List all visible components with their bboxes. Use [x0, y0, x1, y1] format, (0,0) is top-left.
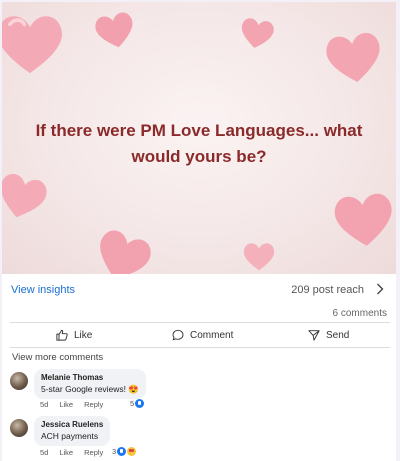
post-image[interactable]: If there were PM Love Languages... what …	[2, 2, 396, 274]
comments-count[interactable]: 6 comments	[333, 308, 387, 319]
like-button[interactable]: Like	[56, 329, 92, 341]
comment-bubble: Jessica Ruelens ACH payments	[34, 416, 111, 446]
avatar[interactable]	[10, 372, 28, 390]
comment-bubble: Melanie Thomas 5-star Google reviews! 😍	[34, 369, 146, 399]
love-face-reaction-icon	[127, 447, 137, 456]
post-reach-count[interactable]: 209 post reach	[291, 284, 364, 296]
send-icon	[308, 330, 320, 341]
reaction-count: 5	[130, 399, 135, 408]
comment-meta: 5d Like Reply	[40, 400, 103, 409]
comment-label: Comment	[190, 329, 234, 341]
comment-text: 5-star Google reviews! 😍	[41, 384, 139, 394]
comment-age: 5d	[40, 448, 49, 457]
comment-author[interactable]: Jessica Ruelens	[41, 419, 103, 430]
heart-decoration-icon	[241, 18, 274, 48]
heart-decoration-icon	[2, 173, 47, 218]
heart-decoration-icon	[243, 243, 275, 271]
avatar[interactable]	[10, 419, 28, 437]
insights-row: View insights 209 post reach	[2, 274, 396, 306]
comment-like-link[interactable]: Like	[59, 400, 73, 409]
chevron-right-icon[interactable]	[376, 283, 384, 295]
comment-button[interactable]: Comment	[172, 329, 233, 341]
comment-reply-link[interactable]: Reply	[84, 448, 103, 457]
comment-meta: 5d Like Reply	[40, 448, 103, 457]
comment-text: ACH payments	[41, 431, 99, 441]
comment-author[interactable]: Melanie Thomas	[41, 372, 139, 383]
view-insights-link[interactable]: View insights	[11, 284, 75, 296]
heart-decoration-icon	[100, 230, 151, 274]
comment-age: 5d	[40, 400, 49, 409]
like-label: Like	[74, 329, 93, 341]
like-reaction-icon	[135, 399, 145, 408]
action-bar: Like Comment Send	[10, 322, 390, 348]
comment-reply-link[interactable]: Reply	[84, 400, 103, 409]
reaction-summary[interactable]: 5	[130, 399, 145, 408]
like-reaction-icon	[117, 447, 127, 456]
heart-decoration-icon	[95, 12, 133, 48]
comment-item: Jessica Ruelens ACH payments 5d Like Rep…	[8, 416, 388, 460]
view-more-comments-link[interactable]: View more comments	[12, 352, 103, 363]
reaction-count: 3	[112, 447, 117, 456]
comment-item: Melanie Thomas 5-star Google reviews! 😍 …	[8, 369, 388, 411]
heart-decoration-icon	[334, 193, 392, 246]
comment-bubble-icon	[172, 329, 184, 341]
post-image-headline: If there were PM Love Languages... what …	[35, 121, 363, 166]
comment-like-link[interactable]: Like	[59, 448, 73, 457]
send-button[interactable]: Send	[308, 329, 349, 341]
send-label: Send	[326, 329, 350, 341]
thumbs-up-icon	[56, 329, 68, 341]
heart-decoration-icon	[326, 32, 380, 82]
post-card: If there were PM Love Languages... what …	[2, 2, 396, 461]
reaction-summary[interactable]: 3	[112, 447, 137, 456]
heart-decoration-icon	[2, 16, 62, 74]
